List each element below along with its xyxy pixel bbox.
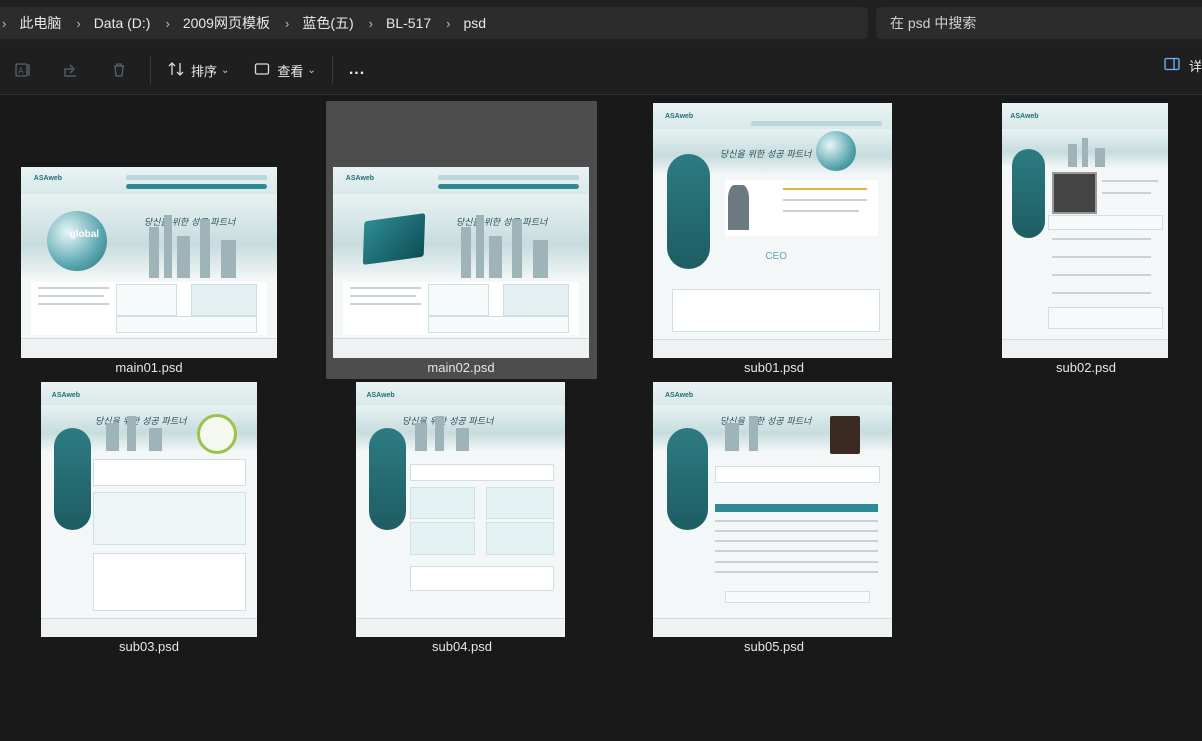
thumb-logo: ASAweb bbox=[664, 113, 694, 121]
breadcrumb-item-psd[interactable]: psd bbox=[462, 15, 489, 31]
svg-text:A: A bbox=[18, 67, 24, 76]
breadcrumb-item-bl517[interactable]: BL-517 bbox=[384, 15, 433, 31]
more-options-button[interactable]: ... bbox=[343, 55, 371, 85]
toolbar-divider bbox=[331, 56, 333, 84]
details-pane-toggle[interactable]: 详 bbox=[1163, 55, 1202, 76]
thumb-logo: ASAweb bbox=[1010, 113, 1039, 121]
details-pane-icon bbox=[1163, 55, 1181, 76]
chevron-right-icon[interactable]: › bbox=[356, 16, 384, 31]
file-name[interactable]: sub01.psd bbox=[638, 360, 910, 375]
chevron-right-icon[interactable]: › bbox=[272, 16, 300, 31]
thumb-slogan: 당신을 위한 성공 파트너 bbox=[455, 217, 548, 228]
breadcrumb-item-this-pc[interactable]: 此电脑 bbox=[17, 13, 63, 33]
file-name[interactable]: main02.psd bbox=[325, 360, 597, 375]
file-name[interactable]: sub02.psd bbox=[950, 360, 1202, 375]
thumbnail-image: ASAweb 당신을 위한 성공 파트너 bbox=[41, 382, 257, 637]
view-label: 查看 bbox=[277, 63, 304, 79]
search-box[interactable] bbox=[876, 7, 1202, 39]
file-view[interactable]: ASAweb global 당신을 위한 성공 파트너 main01.psd A… bbox=[0, 95, 1202, 741]
toolbar-divider bbox=[150, 56, 151, 84]
address-row: › 此电脑 › Data (D:) › 2009网页模板 › 蓝色(五) › B… bbox=[0, 0, 1202, 46]
breadcrumb-item-drive[interactable]: Data (D:) bbox=[92, 15, 153, 31]
file-name[interactable]: sub04.psd bbox=[326, 639, 598, 654]
chevron-right-icon[interactable]: › bbox=[0, 16, 17, 31]
command-bar: A 排序 ⌄ 查看 ⌄ ... 详 bbox=[0, 46, 1202, 95]
breadcrumb-item-blue[interactable]: 蓝色(五) bbox=[300, 13, 355, 33]
search-input[interactable] bbox=[876, 14, 1192, 32]
sort-icon bbox=[167, 60, 185, 81]
rename-icon[interactable]: A bbox=[8, 55, 38, 85]
view-icon bbox=[253, 60, 271, 81]
file-name[interactable]: sub05.psd bbox=[638, 639, 910, 654]
file-name[interactable]: sub03.psd bbox=[13, 639, 285, 654]
share-icon[interactable] bbox=[56, 55, 86, 85]
thumbnail-image: ASAweb 당신을 위한 성공 파트너 bbox=[333, 167, 589, 358]
more-icon: ... bbox=[348, 61, 366, 78]
thumb-slogan: 당신을 위한 성공 파트너 bbox=[719, 149, 812, 160]
thumbnail-image: ASAweb 당신을 위한 성공 파트너 bbox=[653, 382, 892, 637]
thumb-logo: ASAweb bbox=[664, 392, 694, 400]
chevron-right-icon[interactable]: › bbox=[152, 16, 180, 31]
file-name[interactable]: main01.psd bbox=[13, 360, 285, 375]
sort-button[interactable]: 排序 ⌄ bbox=[161, 55, 235, 85]
chevron-down-icon: ⌄ bbox=[221, 64, 230, 76]
sort-label: 排序 bbox=[191, 63, 218, 79]
chevron-right-icon[interactable]: › bbox=[63, 16, 91, 31]
chevron-right-icon[interactable]: › bbox=[433, 16, 461, 31]
thumb-logo: ASAweb bbox=[366, 392, 395, 400]
thumbnail-image: ASAweb 당신을 위한 성공 파트너 bbox=[356, 382, 565, 637]
thumb-logo: ASAweb bbox=[51, 392, 81, 400]
chevron-down-icon: ⌄ bbox=[307, 64, 316, 76]
thumbnail-image: ASAweb 당신을 위한 성공 파트너 CEO bbox=[653, 103, 892, 358]
thumb-logo: ASAweb bbox=[33, 174, 63, 182]
delete-icon[interactable] bbox=[104, 55, 134, 85]
view-button[interactable]: 查看 ⌄ bbox=[247, 55, 321, 85]
thumb-slogan: 당신을 위한 성공 파트너 bbox=[143, 217, 236, 228]
details-pane-label: 详 bbox=[1188, 59, 1202, 74]
thumbnail-image: ASAweb global 당신을 위한 성공 파트너 bbox=[21, 167, 277, 358]
breadcrumb[interactable]: › 此电脑 › Data (D:) › 2009网页模板 › 蓝色(五) › B… bbox=[0, 7, 868, 39]
thumb-globe-label: global bbox=[69, 229, 100, 241]
thumbnail-image: ASAweb bbox=[1002, 103, 1168, 358]
breadcrumb-item-templates[interactable]: 2009网页模板 bbox=[181, 13, 272, 33]
thumb-logo: ASAweb bbox=[345, 174, 375, 182]
